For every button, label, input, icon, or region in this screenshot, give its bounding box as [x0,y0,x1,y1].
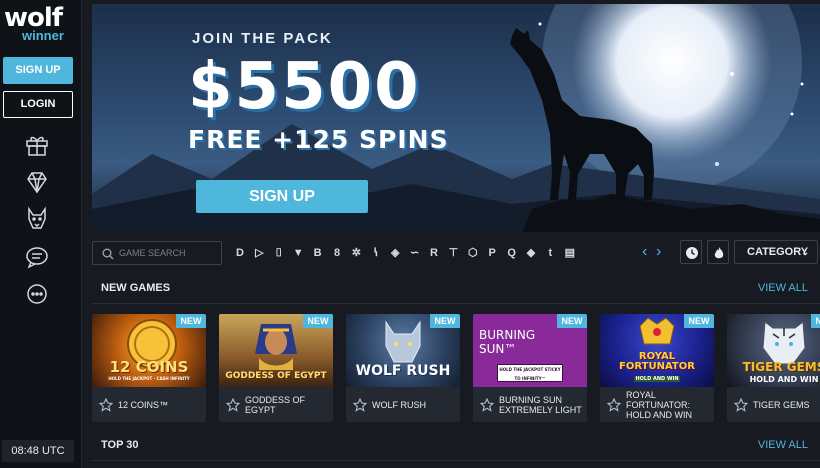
game-art-subtitle: HOLD AND WIN [749,375,819,384]
sidebar-signup-button[interactable]: SIGN UP [3,57,73,84]
provider-filter-icon[interactable]: ✲ [348,245,364,261]
game-art-title: 12 COINS [109,358,189,376]
game-card-footer: TIGER GEMS [727,387,820,422]
popular-button[interactable] [707,240,729,264]
provider-filter-icon[interactable]: B [310,245,326,261]
banner-amount: $5500 [188,50,421,124]
brand-logo[interactable]: wolf winner [4,3,74,46]
banner-tagline: JOIN THE PACK [192,30,333,47]
favorite-star-icon[interactable] [607,398,621,412]
providers-prev-arrow[interactable]: ‹ [642,243,647,261]
game-art-title: GODDESS OF EGYPT [225,371,327,381]
game-art-subtitle: HOLD AND WIN [634,376,680,382]
new-badge: NEW [430,314,460,328]
game-toolbar: D▷⌷▼B8✲ꝇ◈∽R⊤⬡PQ◆t▤ ‹ › CATEGORY ⌄ [92,240,820,266]
provider-filter-icon[interactable]: t [542,245,558,261]
search-box[interactable] [92,241,222,265]
game-name: GODDESS OF EGYPT [245,395,306,415]
game-card-footer: GODDESS OF EGYPT [219,387,333,422]
wolf-icon[interactable] [24,206,50,232]
utc-clock: 08:48 UTC [2,440,74,462]
providers-next-arrow[interactable]: › [656,243,661,261]
new-badge: NEW [811,314,820,328]
chevron-down-icon: ⌄ [801,247,809,257]
top30-view-all-link[interactable]: VIEW ALL [758,439,808,451]
game-art-subtitle: HOLD THE JACKPOT · CASH INFINITY [108,376,190,381]
provider-filter-icon[interactable]: ⌷ [271,245,287,261]
game-art-title: ROYAL FORTUNATOR [619,351,695,372]
category-dropdown[interactable]: CATEGORY ⌄ [734,240,818,264]
favorite-star-icon[interactable] [734,398,748,412]
new-games-view-all-link[interactable]: VIEW ALL [758,282,808,294]
favorite-star-icon[interactable] [480,398,494,412]
game-name: WOLF RUSH [372,400,426,410]
recent-button[interactable] [680,240,702,264]
game-art-title: BURNING SUN™ [479,328,536,356]
clock-icon [686,247,698,259]
game-card-footer: 12 COINS™ [92,387,206,422]
search-input[interactable] [119,245,219,261]
game-name: BURNING SUN EXTREMELY LIGHT [499,395,582,415]
new-games-header: NEW GAMES VIEW ALL [92,274,820,304]
new-games-title: NEW GAMES [101,282,171,294]
fire-icon [714,247,724,259]
top30-header: TOP 30 VIEW ALL [92,431,820,461]
provider-filter-icon[interactable]: ▤ [562,245,578,261]
provider-filter-icon[interactable]: ⬡ [465,245,481,261]
brand-sub: winner [22,28,64,43]
game-art-title: TIGER GEMS [742,360,820,374]
banner-signup-button[interactable]: SIGN UP [196,180,368,213]
provider-filter-icon[interactable]: D [232,245,248,261]
provider-filter-icon[interactable]: 8 [329,245,345,261]
brand-name: wolf [4,3,63,33]
favorite-star-icon[interactable] [226,398,240,412]
game-card-footer: ROYAL FORTUNATOR: HOLD AND WIN [600,387,714,422]
provider-filter-icon[interactable]: ∽ [407,245,423,261]
game-card-footer: BURNING SUN EXTREMELY LIGHT [473,387,587,422]
game-art-title: WOLF RUSH [355,363,451,379]
game-card[interactable]: WOLF RUSH NEW WOLF RUSH [346,314,460,422]
favorite-star-icon[interactable] [99,398,113,412]
category-label: CATEGORY [747,246,809,258]
provider-filter-icon[interactable]: R [426,245,442,261]
game-card-footer: WOLF RUSH [346,387,460,422]
game-card[interactable]: BURNING SUN™ HOLD THE JACKPOT STICKY TO … [473,314,587,422]
gift-icon[interactable] [24,131,50,157]
new-badge: NEW [303,314,333,328]
game-name: ROYAL FORTUNATOR: HOLD AND WIN [626,390,693,420]
promo-banner[interactable]: JOIN THE PACK $5500 FREE +125 SPINS SIGN… [92,4,820,232]
game-art-subtitle: HOLD THE JACKPOT STICKY TO INFINITY™ [497,364,563,382]
game-name: TIGER GEMS [753,400,810,410]
game-name: 12 COINS™ [118,400,169,410]
provider-filter-icon[interactable]: ◈ [387,245,403,261]
provider-filter-icon[interactable]: ◆ [523,245,539,261]
search-icon [102,248,114,260]
chat-icon[interactable] [24,244,50,270]
game-card[interactable]: 12 COINS HOLD THE JACKPOT · CASH INFINIT… [92,314,206,422]
provider-filter-icon[interactable]: ꝇ [368,245,384,261]
new-badge: NEW [176,314,206,328]
favorite-star-icon[interactable] [353,398,367,412]
new-badge: NEW [557,314,587,328]
top30-title: TOP 30 [101,439,139,451]
diamond-icon[interactable] [24,169,50,195]
provider-filter-icon[interactable]: P [484,245,500,261]
new-badge: NEW [684,314,714,328]
game-card[interactable]: ROYAL FORTUNATOR HOLD AND WIN NEW ROYAL … [600,314,714,422]
banner-free-spins: FREE +125 SPINS [188,125,449,154]
sidebar-login-button[interactable]: LOGIN [3,91,73,118]
game-card[interactable]: TIGER GEMS HOLD AND WIN NEW TIGER GEMS [727,314,820,422]
game-thumbnail[interactable]: TIGER GEMS HOLD AND WIN [727,314,820,387]
game-card[interactable]: GODDESS OF EGYPT NEW GODDESS OF EGYPT [219,314,333,422]
provider-filter-icon[interactable]: ▷ [251,245,267,261]
new-games-row: 12 COINS HOLD THE JACKPOT · CASH INFINIT… [92,314,820,422]
provider-filter-icon[interactable]: Q [504,245,520,261]
more-icon[interactable] [24,281,50,307]
sidebar: wolf winner SIGN UP LOGIN 08:48 UTC [0,0,82,468]
provider-filter-icon[interactable]: ▼ [290,245,306,261]
provider-filter-icon[interactable]: ⊤ [445,245,461,261]
